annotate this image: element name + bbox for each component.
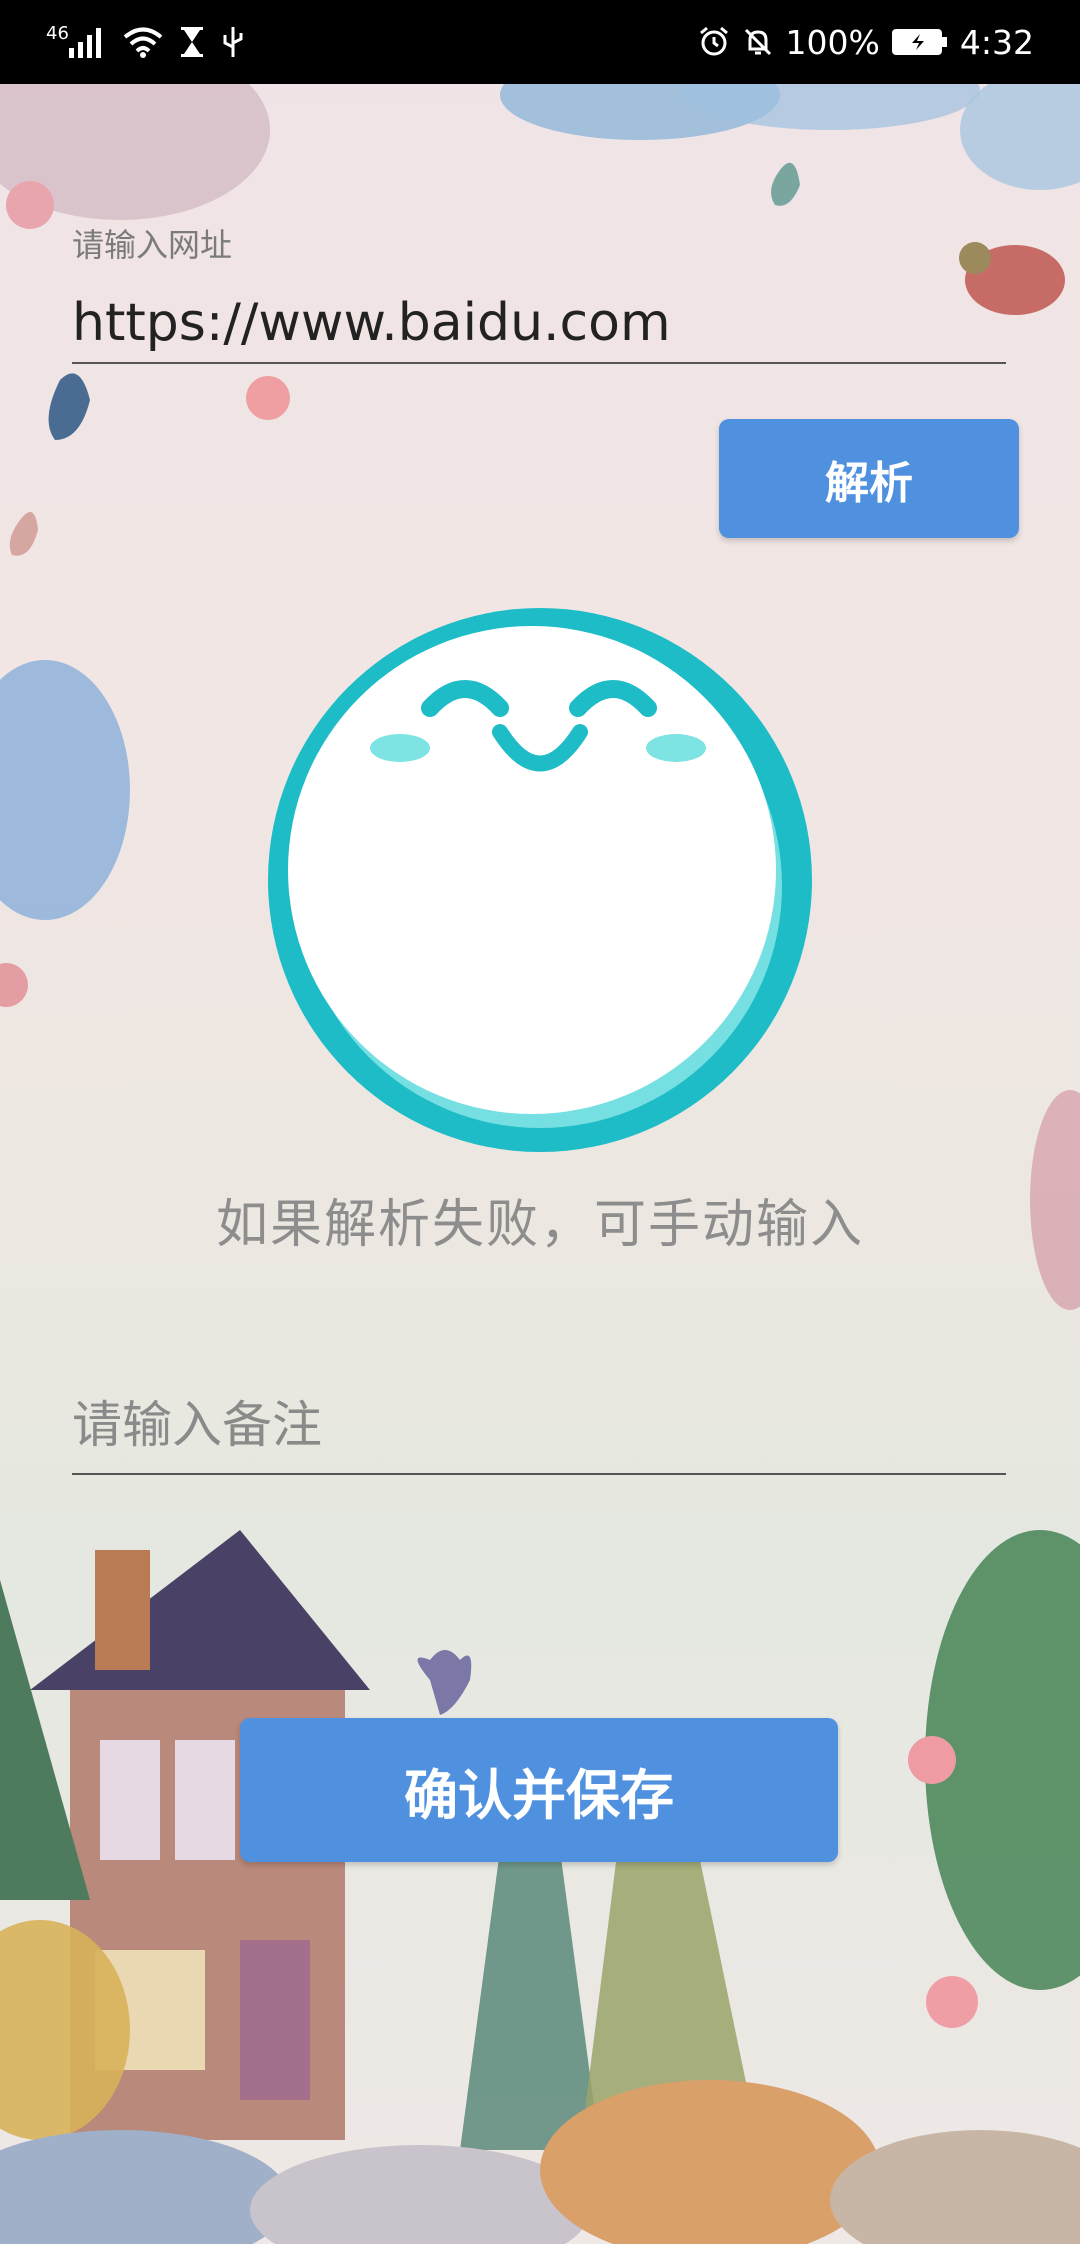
alarm-icon [699, 26, 728, 56]
remark-input[interactable] [72, 1385, 1006, 1465]
network-type-label: 46 [46, 22, 69, 44]
app-screen: 46 100% 4:32 请输入网址 https://www.baidu.com… [0, 0, 1080, 2244]
signal-icon [68, 28, 101, 58]
url-field-label: 请输入网址 [72, 226, 233, 264]
url-input[interactable] [72, 285, 1006, 361]
parse-button[interactable]: 解析 [719, 419, 1019, 538]
status-bar-right: 100% 4:32 [698, 18, 1034, 66]
confirm-save-button[interactable]: 确认并保存 [240, 1718, 838, 1862]
smiley-mascot-image [268, 608, 812, 1152]
parse-fail-hint: 如果解析失败，可手动输入 [215, 1195, 864, 1255]
status-bar: 46 100% 4:32 [0, 0, 1080, 84]
clock-time: 4:32 [959, 22, 1034, 62]
url-input-underline [72, 362, 1006, 364]
remark-input-underline [72, 1473, 1006, 1475]
battery-percent: 100% [785, 22, 880, 62]
mute-bell-icon [744, 28, 771, 56]
hourglass-icon [180, 27, 203, 57]
status-bar-left: 46 [46, 18, 245, 66]
battery-icon [891, 29, 947, 55]
wifi-icon [123, 27, 163, 58]
usb-icon [223, 27, 243, 57]
